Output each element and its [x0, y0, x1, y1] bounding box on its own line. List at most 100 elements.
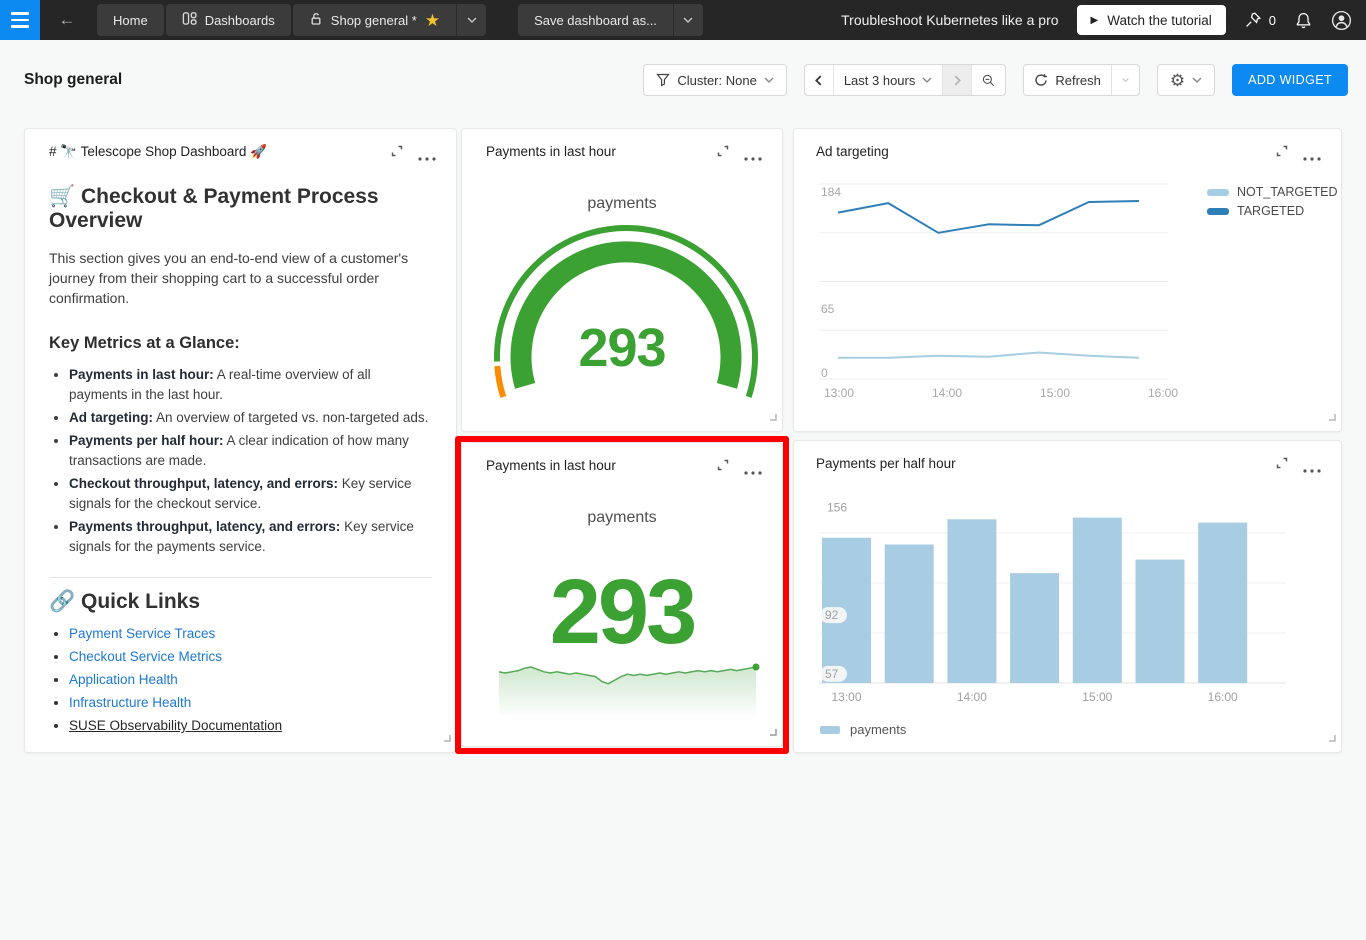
tab-home-label: Home: [113, 13, 148, 28]
promo-text: Troubleshoot Kubernetes like a pro: [841, 12, 1058, 28]
divider: [49, 577, 432, 578]
favorite-star-icon[interactable]: ★: [425, 12, 440, 29]
cluster-filter-label: Cluster: None: [677, 73, 756, 88]
more-icon[interactable]: [1303, 461, 1321, 476]
resize-handle[interactable]: [1328, 729, 1336, 747]
resize-handle[interactable]: [769, 408, 777, 426]
resize-handle[interactable]: [443, 729, 451, 747]
pin-count: 0: [1269, 13, 1276, 28]
expand-icon[interactable]: [1275, 144, 1289, 161]
svg-text:15:00: 15:00: [1040, 386, 1070, 400]
list-item: Checkout throughput, latency, and errors…: [69, 474, 432, 514]
time-back-button[interactable]: [805, 65, 833, 95]
refresh-icon: [1034, 73, 1048, 87]
widget-ad-targeting: Ad targeting 18465013:0014:0015:0016:00 …: [793, 128, 1342, 432]
expand-icon[interactable]: [716, 458, 730, 475]
link-payment-service-traces[interactable]: Payment Service Traces: [69, 626, 215, 641]
expand-icon[interactable]: [390, 144, 404, 161]
link-infrastructure-health[interactable]: Infrastructure Health: [69, 695, 191, 710]
user-menu-button[interactable]: [1331, 10, 1352, 31]
svg-text:14:00: 14:00: [957, 690, 987, 704]
unlock-icon: [309, 12, 323, 29]
zoom-out-time-button[interactable]: [971, 65, 1005, 95]
svg-text:57: 57: [825, 667, 839, 681]
resize-handle[interactable]: [1328, 408, 1336, 426]
resize-handle[interactable]: [769, 723, 777, 741]
legend-swatch: [820, 726, 840, 734]
list-item: Checkout Service Metrics: [69, 650, 432, 664]
chart-legend: NOT_TARGETED TARGETED: [1207, 185, 1337, 223]
list-item: SUSE Observability Documentation: [69, 719, 432, 733]
save-options-chevron[interactable]: [673, 4, 703, 36]
widget-title: Payments in last hour: [486, 458, 616, 473]
back-arrow-icon: ←: [59, 10, 76, 30]
tab-shop-general[interactable]: Shop general * ★: [293, 4, 456, 36]
line-chart: 18465013:0014:0015:0016:00: [794, 129, 1343, 433]
gauge-chart: [462, 129, 784, 433]
more-icon[interactable]: [744, 463, 762, 478]
tab-shop-general-label: Shop general *: [331, 13, 417, 28]
save-dashboard-button[interactable]: Save dashboard as...: [518, 4, 673, 36]
expand-icon[interactable]: [716, 144, 730, 161]
tab-dashboards[interactable]: Dashboards: [166, 4, 291, 36]
chevron-down-icon: [764, 77, 774, 83]
tab-options-chevron[interactable]: [456, 4, 486, 36]
list-item: Payments throughput, latency, and errors…: [69, 517, 432, 557]
list-item: Application Health: [69, 673, 432, 687]
quick-links-list: Payment Service Traces Checkout Service …: [49, 627, 432, 733]
svg-text:15:00: 15:00: [1082, 690, 1112, 704]
chevron-down-icon: [922, 77, 932, 83]
zoom-out-icon: [982, 73, 995, 88]
link-application-health[interactable]: Application Health: [69, 672, 178, 687]
widget-title: Payments per half hour: [816, 456, 956, 471]
gear-icon: ⚙: [1170, 72, 1185, 89]
markdown-subheading: Key Metrics at a Glance:: [49, 334, 432, 353]
cluster-filter-button[interactable]: Cluster: None: [643, 64, 786, 96]
chart-legend[interactable]: payments: [820, 722, 906, 737]
watch-tutorial-button[interactable]: ▶ Watch the tutorial: [1077, 5, 1226, 35]
legend-item-targeted[interactable]: TARGETED: [1207, 204, 1337, 218]
menu-button[interactable]: [0, 0, 40, 40]
chevron-down-icon: [683, 17, 693, 23]
svg-text:14:00: 14:00: [932, 386, 962, 400]
watch-tutorial-label: Watch the tutorial: [1107, 13, 1212, 28]
more-icon[interactable]: [1303, 149, 1321, 164]
list-item: Payment Service Traces: [69, 627, 432, 641]
refresh-control: Refresh: [1023, 64, 1140, 96]
link-checkout-service-metrics[interactable]: Checkout Service Metrics: [69, 649, 222, 664]
notifications-button[interactable]: [1294, 11, 1313, 30]
markdown-content: 🛒 Checkout & Payment Process Overview Th…: [49, 173, 432, 742]
add-widget-button[interactable]: ADD WIDGET: [1232, 64, 1348, 96]
list-item: Infrastructure Health: [69, 696, 432, 710]
avatar-icon: [1331, 10, 1352, 31]
more-icon[interactable]: [744, 149, 762, 164]
gauge-value: 293: [462, 317, 782, 379]
tab-home[interactable]: Home: [97, 4, 164, 36]
metric-name: payments: [462, 509, 782, 527]
time-range-button[interactable]: Last 3 hours: [833, 65, 943, 95]
list-item: Payments per half hour: A clear indicati…: [69, 431, 432, 471]
page-title: Shop general: [24, 71, 122, 89]
dashboard-settings-button[interactable]: ⚙: [1157, 64, 1215, 96]
refresh-label: Refresh: [1055, 73, 1101, 88]
more-icon[interactable]: [418, 149, 436, 164]
refresh-button[interactable]: Refresh: [1024, 65, 1111, 95]
back-button[interactable]: ←: [54, 0, 80, 40]
chevron-right-icon: [954, 75, 961, 86]
svg-text:16:00: 16:00: [1148, 386, 1178, 400]
markdown-paragraph: This section gives you an end-to-end vie…: [49, 248, 432, 308]
time-forward-button[interactable]: [942, 65, 971, 95]
svg-text:184: 184: [821, 185, 841, 199]
link-suse-observability-docs[interactable]: SUSE Observability Documentation: [69, 718, 282, 733]
legend-item-not-targeted[interactable]: NOT_TARGETED: [1207, 185, 1337, 199]
metric-name: payments: [462, 195, 782, 213]
pinned-items-button[interactable]: 0: [1244, 11, 1276, 29]
top-bar: ← Home Dashboards: [0, 0, 1366, 40]
expand-icon[interactable]: [1275, 456, 1289, 473]
chevron-left-icon: [815, 75, 822, 86]
tab-shop-general-group: Shop general * ★: [293, 4, 486, 36]
widget-payments-per-half-hour: Payments per half hour 156925713:0014:00…: [793, 440, 1342, 753]
pin-icon: [1244, 11, 1262, 29]
refresh-options-chevron[interactable]: [1111, 65, 1139, 95]
svg-text:92: 92: [825, 608, 839, 622]
